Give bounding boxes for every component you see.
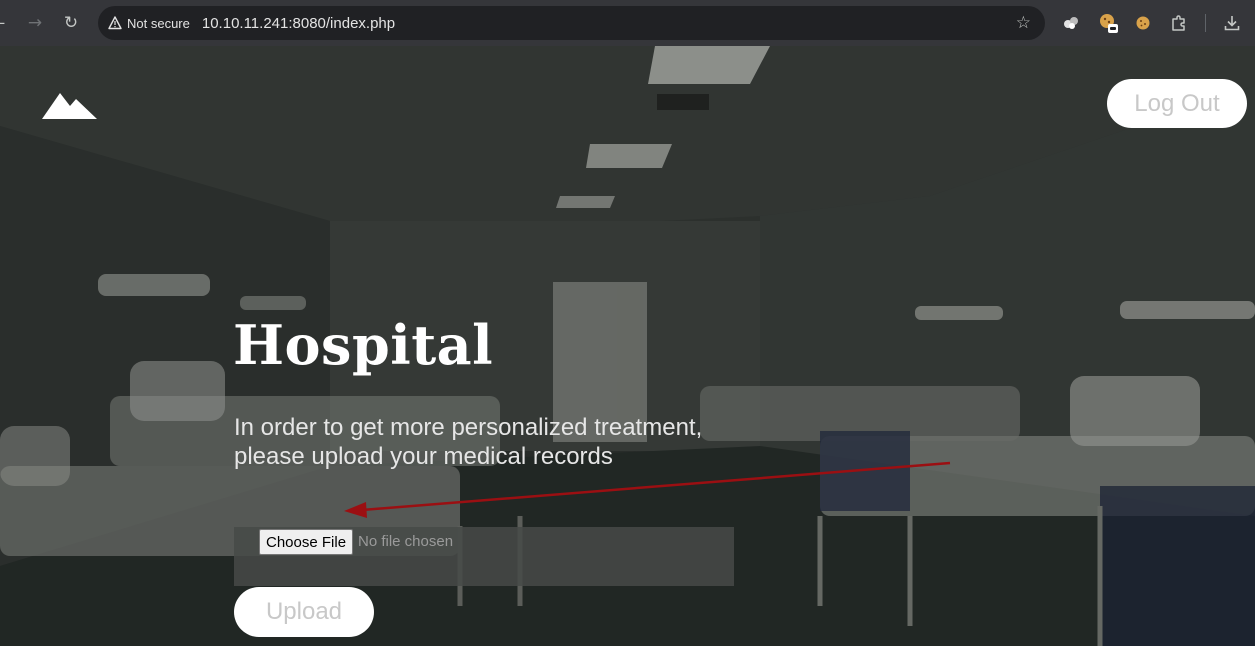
file-status-text: No file chosen <box>358 533 454 550</box>
star-icon[interactable]: ☆ <box>1016 13 1031 33</box>
hero-subtitle-line-2: please upload your medical records <box>234 443 613 470</box>
reload-icon[interactable]: ↻ <box>60 12 82 34</box>
security-label[interactable]: Not secure <box>127 16 190 31</box>
hero-subtitle: In order to get more personalized treatm… <box>234 413 794 471</box>
download-icon[interactable] <box>1221 12 1243 34</box>
puzzle-icon[interactable] <box>1168 12 1190 34</box>
logout-button[interactable]: Log Out <box>1107 79 1247 128</box>
browser-toolbar: – → ↻ Not secure 10.10.11.241:8080/index… <box>0 0 1255 46</box>
file-input-container: Choose File No file chosen <box>234 527 734 586</box>
warning-triangle-icon[interactable] <box>108 16 122 30</box>
hero-subtitle-line-1: In order to get more personalized treatm… <box>234 414 703 441</box>
back-arrow-icon[interactable]: – <box>0 12 12 34</box>
mountain-logo-icon[interactable] <box>42 90 98 120</box>
hospital-page: Log Out Hospital In order to get more pe… <box>0 46 1255 646</box>
upload-button[interactable]: Upload <box>234 587 374 637</box>
forward-arrow-icon[interactable]: → <box>24 12 46 34</box>
address-bar[interactable]: Not secure 10.10.11.241:8080/index.php ☆ <box>98 6 1045 40</box>
page-title: Hospital <box>233 313 494 377</box>
toolbar-divider <box>1205 14 1206 32</box>
extension-icon[interactable] <box>1060 12 1082 34</box>
cookie-extension-icon[interactable] <box>1098 12 1120 34</box>
cookie-icon[interactable] <box>1132 12 1154 34</box>
choose-file-button[interactable]: Choose File <box>259 529 354 555</box>
url-text[interactable]: 10.10.11.241:8080/index.php <box>202 15 395 32</box>
